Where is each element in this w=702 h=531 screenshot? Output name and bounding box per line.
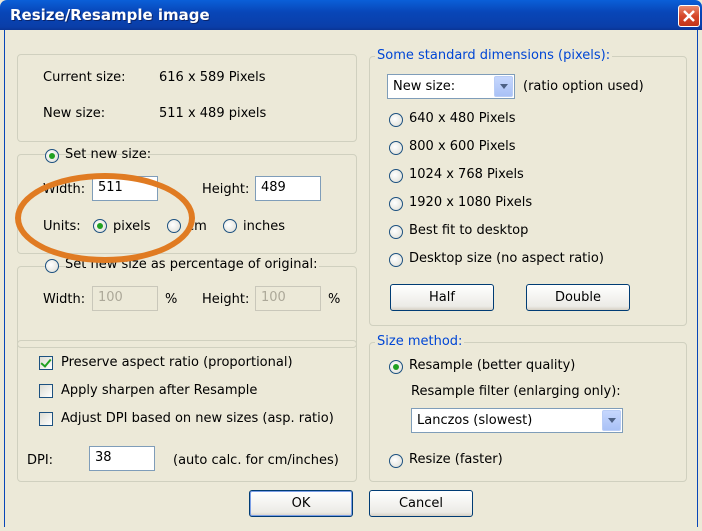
percent-height-label: Height: — [202, 292, 250, 307]
resample-filter-select[interactable]: Lanczos (slowest) — [411, 408, 623, 433]
close-icon — [683, 10, 695, 22]
size-640-label: 640 x 480 Pixels — [409, 111, 516, 126]
dpi-label: DPI: — [27, 453, 54, 468]
size-method-legend: Size method: — [375, 334, 465, 349]
resize-label: Resize (faster) — [409, 452, 503, 467]
percent-width-input[interactable]: 100 — [92, 286, 158, 311]
percent-height-unit: % — [328, 292, 341, 307]
best-fit-radio[interactable] — [389, 225, 403, 239]
adjust-dpi-label: Adjust DPI based on new sizes (asp. rati… — [61, 411, 334, 426]
adjust-dpi-checkbox[interactable] — [39, 412, 53, 426]
double-button[interactable]: Double — [526, 284, 630, 311]
resample-filter-value: Lanczos (slowest) — [417, 413, 533, 428]
standard-dimensions-legend: Some standard dimensions (pixels): — [375, 48, 613, 63]
height-input[interactable]: 489 — [255, 176, 321, 201]
unit-inches-radio[interactable] — [223, 219, 237, 233]
resample-filter-label: Resample filter (enlarging only): — [411, 384, 621, 399]
dialog-body: Current size: 616 x 589 Pixels New size:… — [4, 30, 698, 527]
ratio-note: (ratio option used) — [523, 79, 644, 94]
resize-radio[interactable] — [389, 454, 403, 468]
chevron-down-icon[interactable] — [602, 410, 621, 431]
preserve-aspect-label: Preserve aspect ratio (proportional) — [61, 355, 293, 370]
best-fit-label: Best fit to desktop — [409, 223, 529, 238]
ok-button[interactable]: OK — [249, 490, 353, 517]
percent-width-unit: % — [165, 292, 178, 307]
size-1024-radio[interactable] — [389, 169, 403, 183]
title-bar: Resize/Resample image — [0, 0, 702, 30]
unit-inches-label: inches — [243, 219, 286, 234]
preserve-aspect-checkbox[interactable] — [39, 356, 53, 370]
size-1024-label: 1024 x 768 Pixels — [409, 167, 524, 182]
size-800-radio[interactable] — [389, 141, 403, 155]
percent-width-label: Width: — [43, 292, 86, 307]
half-button[interactable]: Half — [390, 284, 494, 311]
size-1920-radio[interactable] — [389, 197, 403, 211]
dpi-note: (auto calc. for cm/inches) — [173, 453, 339, 468]
apply-sharpen-checkbox[interactable] — [39, 384, 53, 398]
apply-sharpen-label: Apply sharpen after Resample — [61, 383, 258, 398]
height-label: Height: — [202, 182, 250, 197]
new-size-label: New size: — [43, 106, 106, 121]
current-size-label: Current size: — [43, 70, 126, 85]
resample-label: Resample (better quality) — [409, 358, 576, 373]
annotation-circle — [15, 173, 195, 263]
chevron-down-icon[interactable] — [494, 76, 513, 97]
desktop-size-radio[interactable] — [389, 253, 403, 267]
set-new-size-radio[interactable] — [45, 149, 59, 163]
cancel-button[interactable]: Cancel — [369, 490, 473, 517]
desktop-size-label: Desktop size (no aspect ratio) — [409, 251, 604, 266]
window-title: Resize/Resample image — [10, 6, 210, 24]
percentage-radio[interactable] — [45, 259, 59, 273]
current-size-value: 616 x 589 Pixels — [159, 70, 266, 85]
dpi-input[interactable]: 38 — [89, 446, 155, 471]
new-size-value: 511 x 489 pixels — [159, 106, 267, 121]
standard-size-select[interactable]: New size: — [387, 74, 515, 99]
set-new-size-label: Set new size: — [65, 147, 152, 162]
size-800-label: 800 x 600 Pixels — [409, 139, 516, 154]
size-1920-label: 1920 x 1080 Pixels — [409, 195, 533, 210]
resample-radio[interactable] — [389, 360, 403, 374]
size-info-group — [17, 54, 357, 142]
close-button[interactable] — [678, 5, 700, 27]
size-640-radio[interactable] — [389, 113, 403, 127]
standard-size-value: New size: — [393, 79, 456, 94]
percent-height-input[interactable]: 100 — [255, 286, 321, 311]
